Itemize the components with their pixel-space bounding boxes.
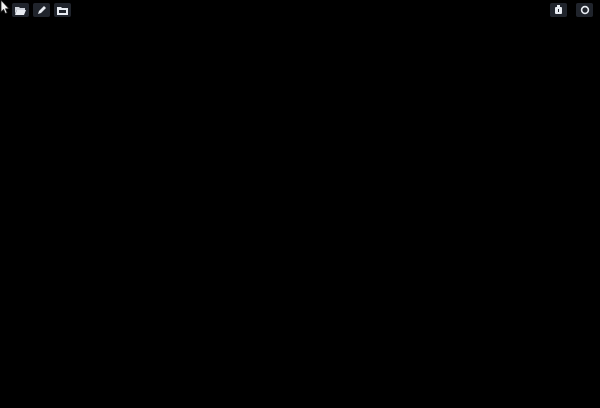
spall-profiler-window — [0, 0, 600, 408]
mouse-cursor — [0, 0, 11, 15]
timeline-scene — [0, 0, 600, 408]
